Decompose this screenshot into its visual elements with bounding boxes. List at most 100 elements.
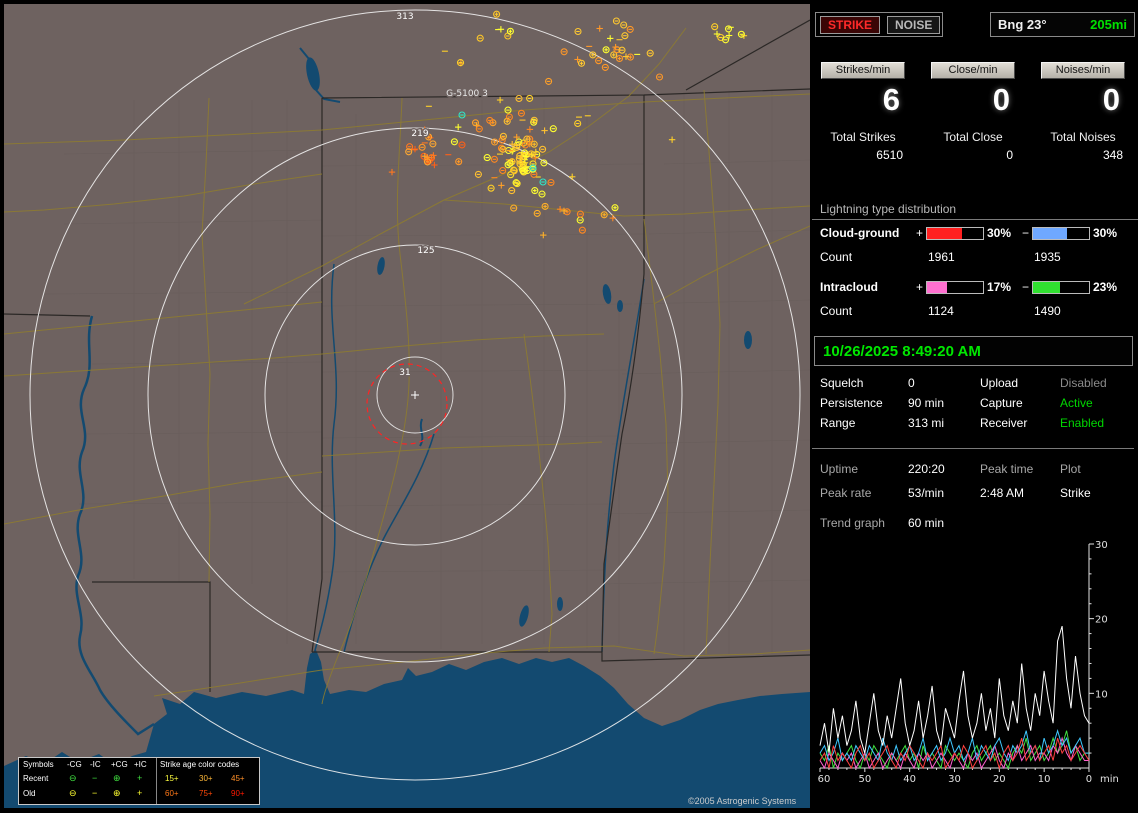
minus-icon: − bbox=[92, 773, 98, 783]
age-75: 75+ bbox=[199, 789, 213, 798]
trend-graph-window: 60 min bbox=[908, 516, 945, 530]
map-container: 313 219 125 31 G-5100 3 bbox=[3, 4, 811, 808]
intracloud-count-row: Count 1124 1490 bbox=[812, 304, 1138, 318]
legend-age-header: Strike age color codes bbox=[160, 760, 240, 769]
minus-sign: − bbox=[1022, 280, 1030, 294]
count-label: Count bbox=[820, 250, 853, 264]
svg-text:10: 10 bbox=[1095, 689, 1108, 700]
ic-neg-count: 1490 bbox=[1034, 304, 1061, 318]
status-panel: STRIKE NOISE Bng 23° 205mi Strikes/min C… bbox=[812, 0, 1138, 812]
cloud-ground-label: Cloud-ground bbox=[820, 226, 900, 240]
strike-map[interactable]: 313 219 125 31 G-5100 3 bbox=[3, 4, 811, 808]
strike-mode-button[interactable]: STRIKE bbox=[820, 15, 881, 34]
datetime-display: 10/26/2025 8:49:20 AM bbox=[814, 336, 1133, 366]
total-noises-value: 348 bbox=[1102, 148, 1123, 162]
legend-symbols-header: Symbols bbox=[23, 760, 54, 769]
capture-status: Active bbox=[1060, 396, 1093, 410]
station-label: G-5100 3 bbox=[446, 89, 488, 99]
bearing-box: Bng 23° 205mi bbox=[990, 12, 1135, 37]
trend-graph: 10 20 30 60 50 40 30 20 10 0 min bbox=[818, 540, 1119, 785]
noises-per-min-value: 0 bbox=[1102, 82, 1120, 117]
circle-plus-icon: ⊕ bbox=[113, 788, 121, 798]
plus-sign: + bbox=[916, 280, 924, 294]
ring-label-313: 313 bbox=[396, 12, 413, 22]
total-close-value: 0 bbox=[1006, 148, 1013, 162]
uptime-label: Uptime bbox=[820, 462, 859, 476]
svg-text:60: 60 bbox=[818, 774, 831, 785]
peak-time-label: Peak time bbox=[980, 462, 1034, 476]
capture-label: Capture bbox=[980, 396, 1023, 410]
settings-row: Range 313 mi Receiver Enabled bbox=[812, 416, 1138, 434]
age-60: 60+ bbox=[165, 789, 179, 798]
circle-minus-icon: ⊖ bbox=[69, 788, 77, 798]
noises-per-min-button[interactable]: Noises/min bbox=[1041, 62, 1125, 79]
copyright-text: ©2005 Astrogenic Systems bbox=[688, 796, 797, 806]
receiver-status: Enabled bbox=[1060, 416, 1105, 430]
cg-neg-count: 1935 bbox=[1034, 250, 1061, 264]
close-per-min-button[interactable]: Close/min bbox=[931, 62, 1015, 79]
mode-button-group: STRIKE NOISE bbox=[815, 12, 943, 37]
age-30: 30+ bbox=[199, 774, 213, 783]
noise-mode-button[interactable]: NOISE bbox=[887, 15, 941, 34]
cloud-ground-row: Cloud-ground + 30% − 30% bbox=[812, 226, 1138, 240]
svg-text:10: 10 bbox=[1038, 774, 1051, 785]
legend-row-recent: Recent bbox=[23, 774, 49, 783]
squelch-label: Squelch bbox=[820, 376, 864, 390]
circle-minus-icon: ⊖ bbox=[69, 773, 77, 783]
range-value: 313 mi bbox=[908, 416, 945, 430]
svg-text:30: 30 bbox=[948, 774, 961, 785]
legend-col-+ic: +IC bbox=[134, 760, 147, 769]
cg-neg-percent: 30% bbox=[1093, 226, 1118, 240]
trend-graph-row: Trend graph 60 min bbox=[812, 516, 1138, 534]
intracloud-label: Intracloud bbox=[820, 280, 879, 294]
cloud-ground-count-row: Count 1961 1935 bbox=[812, 250, 1138, 264]
distribution-heading: Lightning type distribution bbox=[812, 202, 1138, 220]
cg-pos-percent: 30% bbox=[987, 226, 1012, 240]
squelch-value: 0 bbox=[908, 376, 915, 390]
lightning-tracker-app: { "window": { "copyright": "©2005 Astrog… bbox=[0, 0, 1138, 812]
total-strikes-label: Total Strikes bbox=[830, 130, 896, 144]
svg-text:30: 30 bbox=[1095, 540, 1108, 551]
trend-graph-label: Trend graph bbox=[820, 516, 885, 530]
svg-text:50: 50 bbox=[858, 774, 871, 785]
peak-rate-label: Peak rate bbox=[820, 486, 872, 500]
ic-neg-percent: 23% bbox=[1093, 280, 1118, 294]
plot-value: Strike bbox=[1060, 486, 1091, 500]
total-noises-label: Total Noises bbox=[1050, 130, 1116, 144]
legend-row-old: Old bbox=[23, 789, 36, 798]
circle-plus-icon: ⊕ bbox=[113, 773, 121, 783]
symbol-legend: Symbols -CG -IC +CG +IC Strike age color… bbox=[18, 757, 260, 805]
minus-icon: − bbox=[92, 788, 98, 798]
upload-status: Disabled bbox=[1060, 376, 1107, 390]
ring-label-125: 125 bbox=[417, 246, 434, 256]
ic-neg-gauge bbox=[1032, 281, 1090, 294]
bearing-value: Bng 23° bbox=[998, 17, 1047, 32]
settings-row: Persistence 90 min Capture Active bbox=[812, 396, 1138, 414]
svg-text:20: 20 bbox=[993, 774, 1006, 785]
legend-divider bbox=[156, 758, 157, 804]
total-close-label: Total Close bbox=[943, 130, 1003, 144]
legend-col--ic: -IC bbox=[90, 760, 101, 769]
ic-pos-gauge bbox=[926, 281, 984, 294]
age-90: 90+ bbox=[231, 789, 245, 798]
peak-rate-value: 53/min bbox=[908, 486, 945, 500]
ring-label-31: 31 bbox=[399, 368, 410, 378]
ic-pos-count: 1124 bbox=[928, 304, 954, 318]
cg-pos-count: 1961 bbox=[928, 250, 955, 264]
plot-label: Plot bbox=[1060, 462, 1081, 476]
bearing-range-value: 205mi bbox=[1090, 17, 1127, 32]
receiver-label: Receiver bbox=[980, 416, 1028, 430]
legend-col-+cg: +CG bbox=[111, 760, 128, 769]
ring-label-219: 219 bbox=[411, 129, 428, 139]
plus-sign: + bbox=[916, 226, 924, 240]
strikes-per-min-button[interactable]: Strikes/min bbox=[821, 62, 905, 79]
cg-neg-gauge bbox=[1032, 227, 1090, 240]
uptime-value: 220:20 bbox=[908, 462, 945, 476]
settings-row: Squelch 0 Upload Disabled bbox=[812, 376, 1138, 394]
intracloud-row: Intracloud + 17% − 23% bbox=[812, 280, 1138, 294]
plus-icon: + bbox=[137, 788, 143, 798]
plus-icon: + bbox=[137, 773, 143, 783]
strikes-per-min-value: 6 bbox=[882, 82, 900, 117]
persistence-value: 90 min bbox=[908, 396, 945, 410]
age-45: 45+ bbox=[231, 774, 245, 783]
